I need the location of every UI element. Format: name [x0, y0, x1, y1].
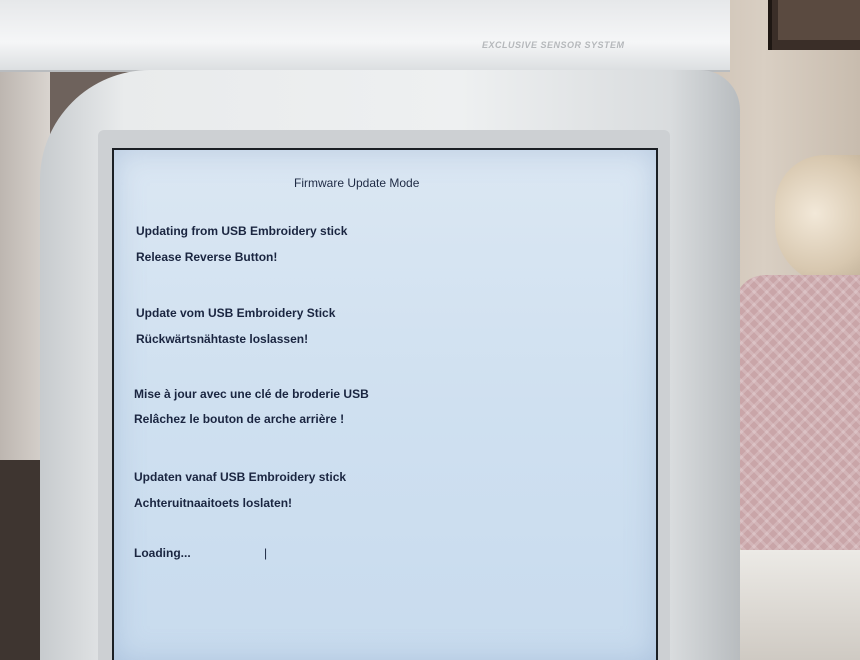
machine-top-panel: EXCLUSIVE SENSOR SYSTEM	[0, 0, 730, 72]
loading-status: Loading...	[134, 546, 191, 560]
screen-title: Firmware Update Mode	[294, 176, 420, 190]
message-en-line2: Release Reverse Button!	[136, 250, 278, 264]
table-surface	[730, 550, 860, 660]
message-fr-line2: Relâchez le bouton de arche arrière !	[134, 412, 345, 426]
progress-marker: |	[264, 546, 268, 560]
picture-frame-inner	[778, 0, 860, 40]
firmware-update-screen: Firmware Update Mode Updating from USB E…	[112, 148, 658, 660]
message-fr-line1: Mise à jour avec une clé de broderie USB	[134, 387, 369, 401]
message-nl-line1: Updaten vanaf USB Embroidery stick	[134, 470, 347, 484]
message-de-line2: Rückwärtsnähtaste loslassen!	[136, 332, 309, 346]
message-de-line1: Update vom USB Embroidery Stick	[136, 306, 336, 320]
message-nl-line2: Achteruitnaaitoets loslaten!	[134, 496, 293, 510]
knitted-cushion	[735, 275, 860, 555]
brand-label: EXCLUSIVE SENSOR SYSTEM	[482, 40, 625, 50]
message-en-line1: Updating from USB Embroidery stick	[136, 224, 348, 238]
photo-scene: EXCLUSIVE SENSOR SYSTEM Firmware Update …	[0, 0, 860, 660]
